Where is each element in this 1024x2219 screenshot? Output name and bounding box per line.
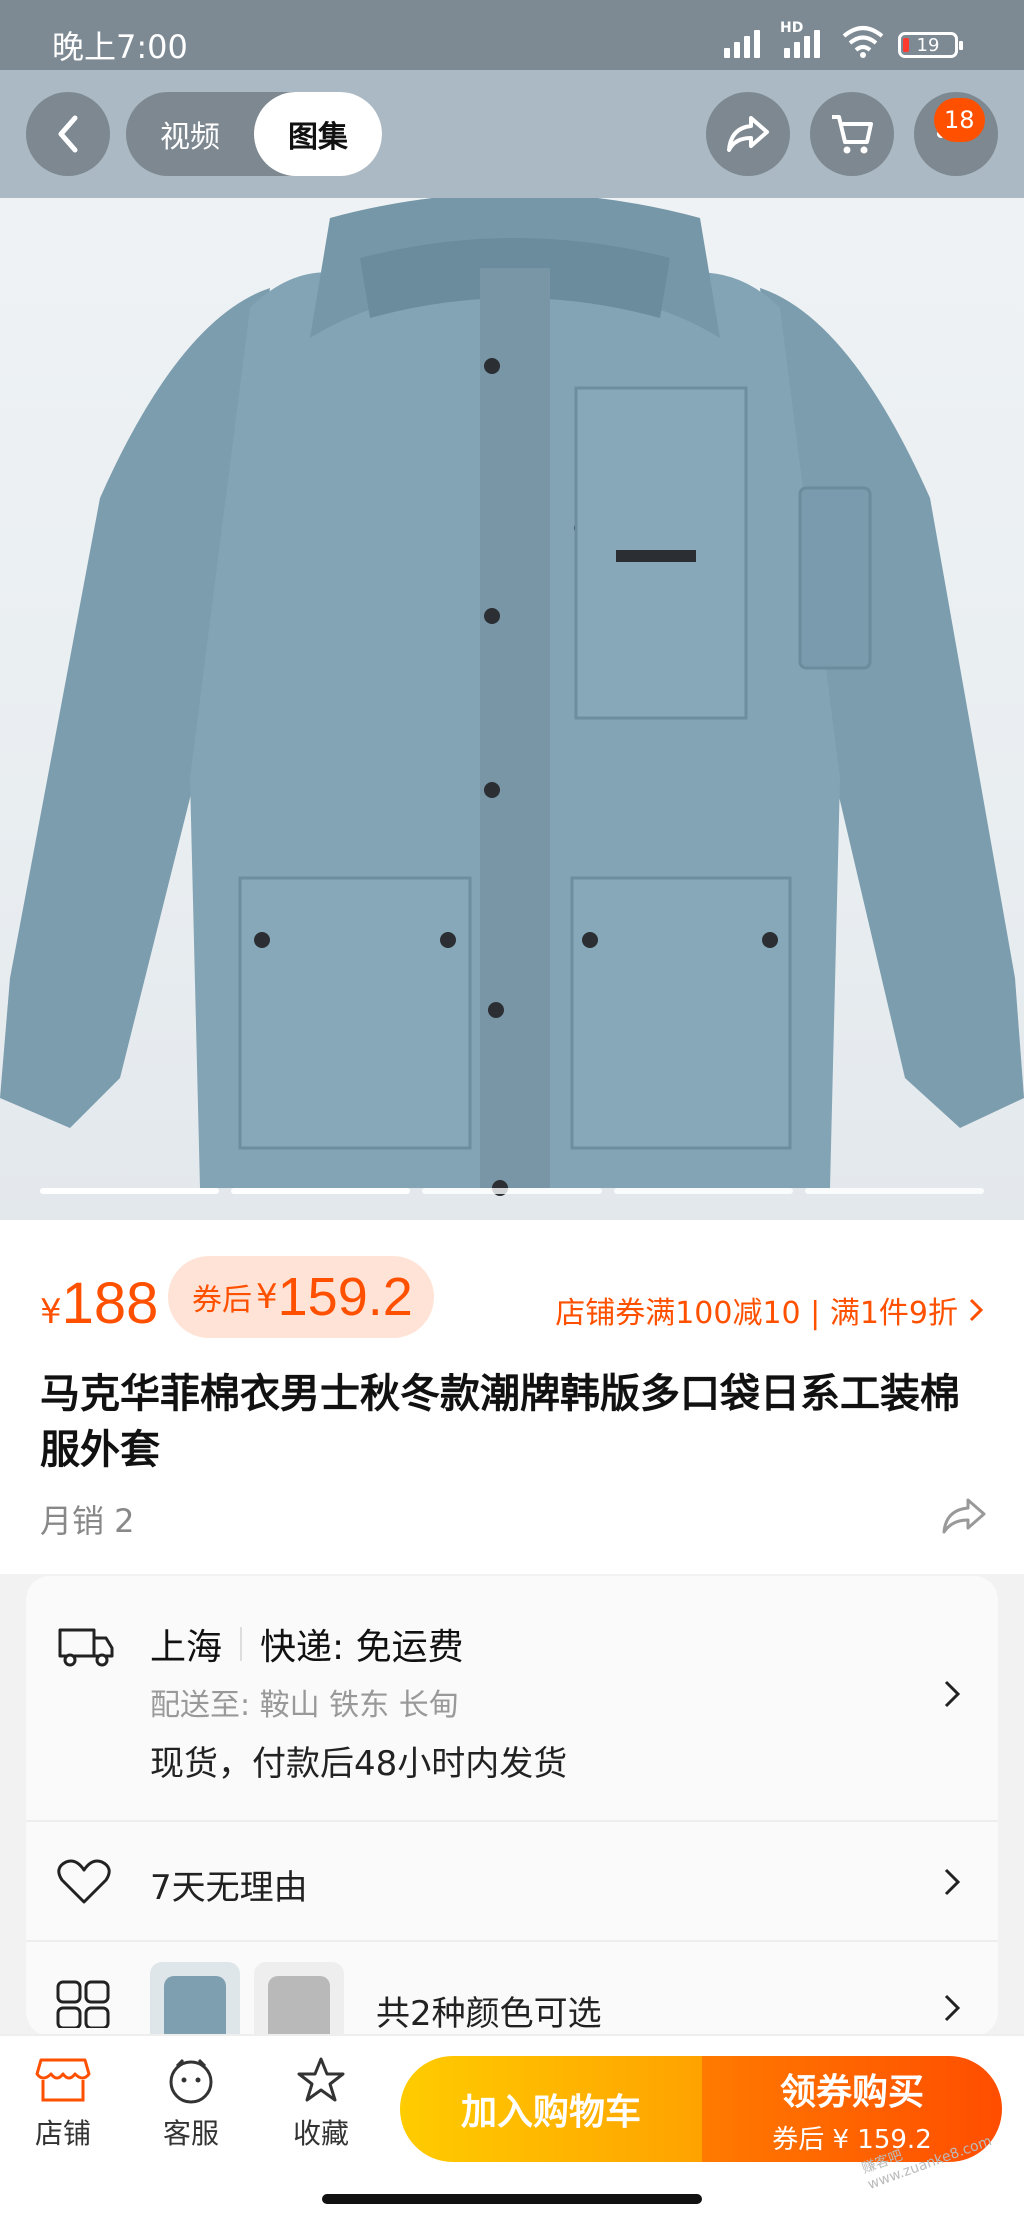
heart-icon: [57, 1859, 111, 1904]
coupon-price-pill: 券后 ¥ 159.2: [168, 1256, 434, 1338]
signal-icon-2: [784, 26, 820, 58]
stock-info: 现货，付款后48小时内发货: [150, 1744, 568, 1784]
star-icon: [297, 2057, 345, 2102]
promo-text: 店铺券满100减10 | 满1件9折: [555, 1296, 958, 1331]
shop-label: 店铺: [34, 2117, 91, 2150]
share-icon: [727, 116, 769, 152]
chevron-right-icon: [969, 1298, 984, 1322]
express-fee: 快递: 免运费: [260, 1627, 464, 1668]
tab-video[interactable]: 视频: [126, 92, 254, 176]
service-card: 上海 快递: 免运费 配送至: 鞍山 铁东 长甸 现货，付款后48小时内发货 7…: [26, 1576, 998, 2036]
return-policy: 7天无理由: [150, 1868, 308, 1908]
buy-label: 领券购买: [779, 2071, 924, 2113]
shop-icon: [35, 2058, 91, 2102]
color-options-row[interactable]: 共2种颜色可选: [26, 1942, 998, 2036]
coupon-price: 159.2: [277, 1267, 413, 1327]
price-currency: ¥: [40, 1292, 62, 1332]
top-nav: 视频 图集 18: [0, 70, 1024, 198]
service-label: 客服: [162, 2117, 219, 2150]
chat-icon: [169, 2058, 213, 2104]
promo-link[interactable]: 店铺券满100减10 | 满1件9折: [555, 1288, 984, 1332]
battery-level: 19: [916, 34, 940, 56]
origin-city: 上海: [150, 1627, 223, 1668]
product-title: 马克华菲棉衣男士秋冬款潮牌韩版多口袋日系工装棉服外套: [40, 1371, 960, 1473]
share-button[interactable]: [706, 92, 790, 176]
add-to-cart-button[interactable]: 加入购物车: [400, 2056, 702, 2162]
chevron-left-icon: [58, 115, 78, 153]
tab-gallery[interactable]: 图集: [254, 92, 382, 176]
product-info: ¥ 188 券后 ¥ 159.2 店铺券满100减10 | 满1件9折 马克华菲…: [0, 1220, 1024, 1574]
shipping-row[interactable]: 上海 快递: 免运费 配送至: 鞍山 铁东 长甸 现货，付款后48小时内发货: [26, 1576, 998, 1822]
favorite-button[interactable]: 收藏: [266, 2056, 376, 2152]
color-thumb-blue[interactable]: [150, 1962, 240, 2036]
color-count: 共2种颜色可选: [376, 1994, 602, 2034]
product-image[interactable]: [0, 198, 1024, 1220]
back-button[interactable]: [26, 92, 110, 176]
grid-icon: [56, 1980, 110, 2028]
coupon-currency: ¥: [256, 1277, 278, 1317]
gallery-progress: [40, 1188, 985, 1194]
home-indicator[interactable]: [322, 2194, 702, 2204]
chevron-right-icon: [944, 1680, 961, 1708]
price: ¥ 188: [40, 1270, 158, 1337]
customer-service-button[interactable]: 客服: [136, 2056, 246, 2152]
status-time: 晚上7:00: [52, 28, 188, 66]
color-thumb-grey[interactable]: [254, 1962, 344, 2036]
cart-button[interactable]: [810, 92, 894, 176]
price-value: 188: [61, 1271, 159, 1336]
deliver-to: 配送至: 鞍山 铁东 长甸: [150, 1688, 459, 1723]
shipping-origin: 上海 快递: 免运费: [150, 1618, 464, 1670]
jacket-illustration: [0, 198, 1024, 1196]
battery-icon: 19: [898, 32, 963, 58]
chevron-right-icon: [944, 1994, 961, 2022]
chevron-right-icon: [944, 1868, 961, 1896]
signal-icon: [724, 26, 760, 58]
wifi-icon: [842, 26, 884, 58]
monthly-sales: 月销 2: [40, 1502, 135, 1540]
media-tabs: 视频 图集: [126, 92, 382, 176]
cart-count-badge: 18: [934, 98, 985, 142]
truck-icon: [58, 1628, 114, 1667]
status-bar: 晚上7:00 HD 19: [0, 0, 1024, 70]
share-icon[interactable]: [940, 1496, 988, 1536]
shop-button[interactable]: 店铺: [8, 2056, 118, 2152]
favorite-label: 收藏: [292, 2117, 349, 2150]
coupon-label: 券后: [192, 1283, 252, 1318]
return-policy-row[interactable]: 7天无理由: [26, 1822, 998, 1942]
cart-icon: [832, 115, 873, 154]
